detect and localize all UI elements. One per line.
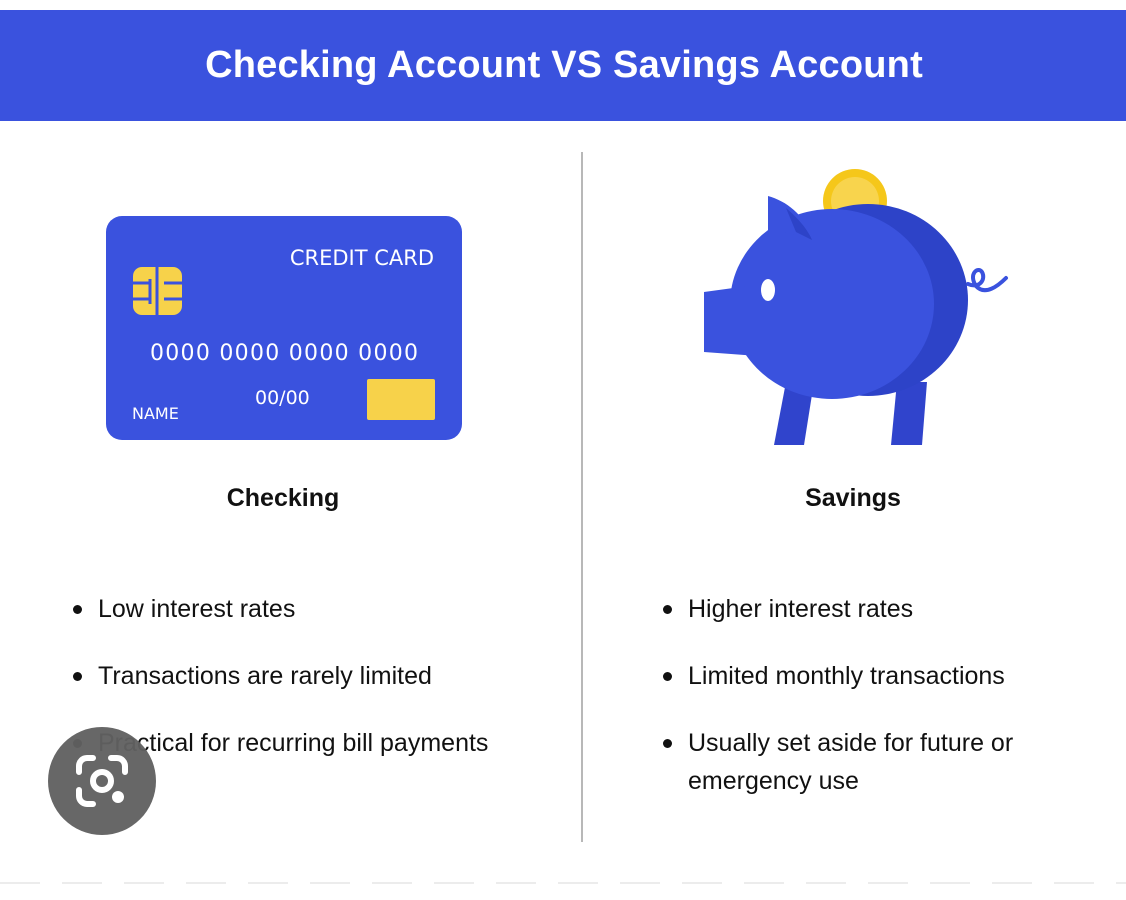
bullet-icon <box>73 672 82 681</box>
card-name: NAME <box>132 404 179 423</box>
bullet-icon <box>663 739 672 748</box>
card-number: 0000 0000 0000 0000 <box>150 341 418 366</box>
savings-title: Savings <box>805 484 901 512</box>
card-chip-icon <box>133 267 182 315</box>
visual-search-button[interactable] <box>48 727 156 835</box>
list-item-text: Practical for recurring bill payments <box>98 729 489 757</box>
savings-feature-list: Higher interest rates Limited monthly tr… <box>660 590 1080 829</box>
list-item: Limited monthly transactions <box>660 657 1080 695</box>
pig-tail <box>966 268 1008 293</box>
list-item-text: Higher interest rates <box>688 595 914 623</box>
bullet-icon <box>663 672 672 681</box>
card-label: CREDIT CARD <box>290 246 434 270</box>
bullet-icon <box>73 605 82 614</box>
page-title: Checking Account VS Savings Account <box>205 44 923 86</box>
list-item-text: Transactions are rarely limited <box>98 662 432 690</box>
lens-camera-icon <box>76 755 128 807</box>
list-item: Higher interest rates <box>660 590 1080 628</box>
credit-card-illustration: CREDIT CARD 0000 0000 0000 0000 00/00 NA… <box>106 216 462 440</box>
list-item: Low interest rates <box>70 590 570 628</box>
list-item: Usually set aside for future or emergenc… <box>660 724 1080 800</box>
pig-eye <box>761 279 775 301</box>
list-item-text: Limited monthly transactions <box>688 662 1005 690</box>
checking-title: Checking <box>226 484 340 512</box>
list-item: Transactions are rarely limited <box>70 657 570 695</box>
bottom-dashed-divider <box>0 882 1126 884</box>
column-divider <box>581 152 583 842</box>
card-stripe <box>367 379 435 420</box>
header-banner: Checking Account VS Savings Account <box>0 10 1126 121</box>
list-item-text: Low interest rates <box>98 595 296 623</box>
pig-body <box>730 209 934 399</box>
bullet-icon <box>663 605 672 614</box>
card-expiry: 00/00 <box>255 387 310 409</box>
list-item-text: Usually set aside for future or emergenc… <box>688 729 1014 795</box>
piggy-bank-illustration <box>704 169 1008 445</box>
